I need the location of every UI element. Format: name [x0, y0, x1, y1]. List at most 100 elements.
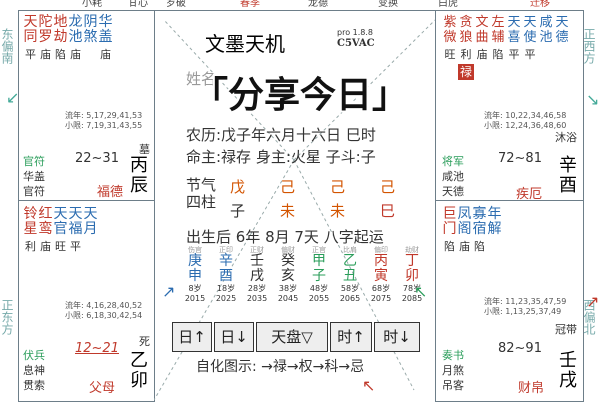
hua-lu-badge: 禄	[458, 64, 474, 80]
palace-fude[interactable]: 天陀地龙阴华 同罗劫池煞盖 平庙陷庙庙 流年: 5,17,29,41,53 小限…	[18, 10, 155, 202]
star: 左	[491, 15, 505, 30]
palace-fumu[interactable]: 铃红天天天 星鸾官福月 利庙旺平 流年: 4,16,28,40,52 小限: 6…	[18, 200, 155, 402]
partial-label: 白虎	[438, 0, 458, 9]
dayun-grid: 伤官庚申 8岁 2015 正印辛酉 18岁 2025 正财壬戌 28岁 2035 偏财癸亥 38岁 2…	[180, 246, 430, 318]
dayun-year: 2035	[246, 294, 268, 303]
star: 陀	[38, 14, 53, 30]
legend: 自化图示: →禄→权→科→忌	[196, 359, 365, 375]
dayun-column: 偏印丙寅 68岁 2075	[366, 246, 396, 304]
brightness: 平	[70, 240, 81, 253]
star: 池	[539, 30, 553, 45]
star: 官	[53, 221, 68, 237]
xiaoxian: 小限: 1,13,25,37,49	[484, 307, 562, 316]
dayun-stem: 丙	[374, 253, 388, 269]
star: 龙	[68, 14, 83, 30]
star: 贪	[459, 15, 473, 30]
right-direction-column: 正西方 西偏北	[582, 0, 600, 400]
direction-label: 正东方	[0, 299, 14, 335]
dayun-branch: 丑	[343, 268, 357, 284]
dayun-range: 22~31	[75, 151, 119, 166]
star: 紫	[443, 15, 457, 30]
xiaoxian: 小限: 7,19,31,43,55	[65, 121, 143, 130]
sub-star: 咸池	[442, 170, 464, 183]
day-down-button[interactable]: 日↓	[214, 322, 254, 352]
main-stars-row2: 同罗劫池煞盖	[23, 30, 113, 45]
dayun-branch: 子	[312, 268, 326, 284]
dayun-column: 正印辛酉 18岁 2025	[211, 246, 241, 304]
star: 宿	[472, 221, 487, 237]
ziwei-chart: 东偏南 正东方 正西方 西偏北 小耗 甘心 岁破 春季 龙德 变换 白虎 迁移 …	[0, 0, 600, 402]
hour-up-button[interactable]: 时↑	[330, 322, 372, 352]
star: 天	[53, 206, 68, 222]
ganzhi: 丙辰	[130, 155, 148, 196]
palace-jie[interactable]: 紫贪文左天天咸天 微狼曲辅喜使池德 旺利庙陷平平 禄 流年: 10,22,34,…	[435, 10, 584, 202]
star: 年	[487, 206, 502, 222]
arrow-icon: ↗	[586, 292, 600, 311]
pillar-top: 己	[280, 178, 296, 196]
star: 池	[68, 29, 83, 45]
sub-star: 官符	[23, 185, 45, 198]
dayun-branch: 申	[188, 268, 202, 284]
liunian: 流年: 10,22,34,46,58	[484, 111, 567, 120]
left-direction-column: 东偏南 正东方	[0, 0, 18, 400]
day-up-button[interactable]: 日↑	[172, 322, 212, 352]
dayun-stem: 甲	[312, 253, 326, 269]
main-stars: 铃红天天天	[23, 207, 98, 222]
dayun-column: 比肩乙丑 58岁 2065	[335, 246, 365, 304]
dayun-age: 58岁	[340, 284, 360, 293]
ganzhi: 壬戌	[559, 350, 577, 391]
pillar-bottom: 子	[230, 202, 246, 220]
dayun-year: 2025	[215, 294, 237, 303]
hour-down-button[interactable]: 时↓	[374, 322, 420, 352]
brightness: 庙	[40, 48, 51, 61]
liunian: 流年: 11,23,35,47,59	[484, 297, 567, 306]
arrow-icon: ↘	[586, 90, 600, 109]
tianpan-button[interactable]: 天盘▽	[256, 322, 328, 352]
arrow-icon: ↙	[6, 88, 20, 107]
star: 红	[38, 206, 53, 222]
liunian: 流年: 4,16,28,40,52	[65, 301, 143, 310]
dayun-year: 2065	[339, 294, 361, 303]
star: 天	[23, 14, 38, 30]
dayun-range: 72~81	[498, 151, 542, 166]
share-today-banner[interactable]: 「分享今日」	[150, 66, 450, 126]
brightness: 庙	[100, 48, 111, 61]
sub-star: 吊客	[442, 379, 464, 392]
star: 巨	[442, 206, 457, 222]
brightness: 庙	[476, 48, 488, 61]
life-master: 命主:禄存 身主:火星 子斗:子	[186, 148, 376, 166]
star: 使	[523, 30, 537, 45]
star: 鸾	[38, 221, 53, 237]
dayun-age: 48岁	[309, 284, 329, 293]
lunar-date: 农历:戊子年六月十六日 巳时	[186, 126, 376, 144]
star: 凤	[457, 206, 472, 222]
dayun-stem: 庚	[188, 253, 202, 269]
dayun-branch: 寅	[374, 268, 388, 284]
dayun-column: 伤官庚申 8岁 2015	[180, 246, 210, 304]
pillar-top: 戊	[230, 178, 246, 196]
god-label: 伏兵	[23, 349, 45, 362]
partial-label: 龙德	[308, 0, 328, 9]
dayun-stem: 壬	[250, 253, 264, 269]
star: 天	[523, 15, 537, 30]
palace-name: 财帛	[518, 381, 545, 396]
dayun-age: 28岁	[247, 284, 267, 293]
brightness: 平	[25, 48, 36, 61]
star: 门	[442, 221, 457, 237]
dayun-year: 2015	[184, 294, 206, 303]
partial-label: 变换	[378, 0, 398, 9]
brightness-row: 陷庙陷	[442, 239, 487, 254]
palace-caibo[interactable]: 巨凤寡年 门阁宿解 陷庙陷 流年: 11,23,35,47,59 小限: 1,1…	[435, 200, 584, 402]
star: 铃	[23, 206, 38, 222]
brightness: 平	[508, 48, 520, 61]
life-stage: 冠带	[555, 323, 577, 336]
main-stars: 紫贪文左天天咸天	[442, 15, 570, 30]
direction-label: 正西方	[582, 28, 596, 64]
dayun-range: 82~91	[498, 341, 542, 356]
arrow-icon: ↗	[162, 282, 176, 301]
ganzhi: 辛酉	[559, 155, 577, 196]
star: 阴	[83, 14, 98, 30]
star: 罗	[38, 29, 53, 45]
sizhu-label: 四柱	[186, 193, 217, 211]
star: 天	[83, 206, 98, 222]
